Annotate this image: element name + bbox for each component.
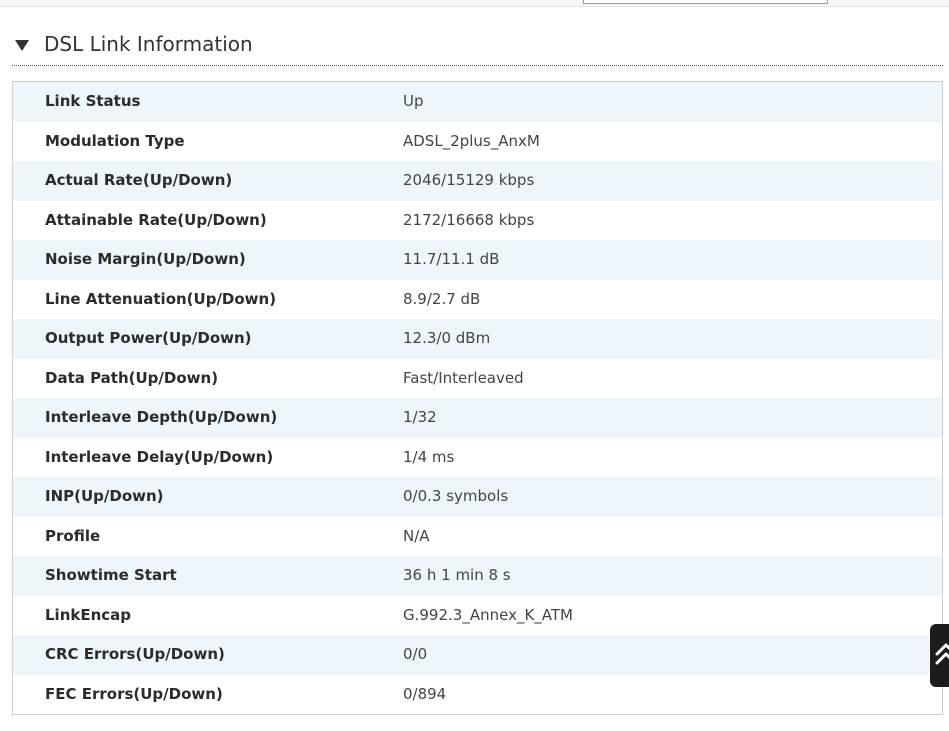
row-value-profile: N/A xyxy=(403,526,430,545)
row-value-link-status: Up xyxy=(403,92,424,110)
table-row: Attainable Rate(Up/Down) 2172/16668 kbps xyxy=(13,201,942,241)
section-header[interactable]: DSL Link Information xyxy=(12,28,943,66)
row-value-link-encap: G.992.3_Annex_K_ATM xyxy=(403,605,573,624)
table-row: LinkEncap G.992.3_Annex_K_ATM xyxy=(13,596,942,636)
row-label-actual-rate: Actual Rate(Up/Down) xyxy=(45,171,233,189)
table-row: Interleave Depth(Up/Down) 1/32 xyxy=(13,398,942,438)
dsl-status-page: DSL Link Information Link Status Up Modu… xyxy=(0,0,949,731)
row-label-profile: Profile xyxy=(45,526,101,545)
table-row: Profile N/A xyxy=(13,517,942,557)
row-label-modulation-type: Modulation Type xyxy=(45,131,185,150)
dsl-info-table: Link Status Up Modulation Type ADSL_2plu… xyxy=(12,81,943,715)
row-value-noise-margin: 11.7/11.1 dB xyxy=(403,250,500,268)
table-row: Noise Margin(Up/Down) 11.7/11.1 dB xyxy=(13,240,942,280)
row-value-data-path: Fast/Interleaved xyxy=(403,368,524,387)
row-label-inp: INP(Up/Down) xyxy=(45,487,164,505)
row-label-showtime-start: Showtime Start xyxy=(45,566,177,584)
row-label-crc-errors: CRC Errors(Up/Down) xyxy=(45,645,225,663)
row-value-attainable-rate: 2172/16668 kbps xyxy=(403,210,535,229)
row-value-line-attenuation: 8.9/2.7 dB xyxy=(403,289,481,308)
row-label-line-attenuation: Line Attenuation(Up/Down) xyxy=(45,289,277,308)
top-input-field[interactable] xyxy=(583,0,828,4)
table-row: Actual Rate(Up/Down) 2046/15129 kbps xyxy=(13,161,942,201)
double-chevron-up-icon xyxy=(935,643,949,665)
scroll-to-top-button[interactable] xyxy=(930,624,949,687)
table-row: INP(Up/Down) 0/0.3 symbols xyxy=(13,477,942,517)
row-label-output-power: Output Power(Up/Down) xyxy=(45,329,252,347)
row-value-fec-errors: 0/894 xyxy=(403,684,447,703)
triangle-down-icon[interactable] xyxy=(15,40,29,51)
table-row: FEC Errors(Up/Down) 0/894 xyxy=(13,675,942,715)
table-row: Link Status Up xyxy=(13,82,942,122)
row-value-output-power: 12.3/0 dBm xyxy=(403,329,491,347)
row-label-noise-margin: Noise Margin(Up/Down) xyxy=(45,250,246,268)
table-row: Line Attenuation(Up/Down) 8.9/2.7 dB xyxy=(13,280,942,320)
table-row: Showtime Start 36 h 1 min 8 s xyxy=(13,556,942,596)
row-value-crc-errors: 0/0 xyxy=(403,645,428,663)
row-label-fec-errors: FEC Errors(Up/Down) xyxy=(45,684,223,703)
row-value-showtime-start: 36 h 1 min 8 s xyxy=(403,566,511,584)
table-row: Output Power(Up/Down) 12.3/0 dBm xyxy=(13,319,942,359)
row-label-data-path: Data Path(Up/Down) xyxy=(45,368,219,387)
row-value-actual-rate: 2046/15129 kbps xyxy=(403,171,535,189)
section-title: DSL Link Information xyxy=(44,32,253,56)
row-value-interleave-depth: 1/32 xyxy=(403,408,437,426)
row-label-link-encap: LinkEncap xyxy=(45,605,132,624)
row-label-link-status: Link Status xyxy=(45,92,141,110)
row-value-modulation-type: ADSL_2plus_AnxM xyxy=(403,131,540,150)
row-value-interleave-delay: 1/4 ms xyxy=(403,447,455,466)
row-label-attainable-rate: Attainable Rate(Up/Down) xyxy=(45,210,267,229)
row-label-interleave-depth: Interleave Depth(Up/Down) xyxy=(45,408,278,426)
table-row: Modulation Type ADSL_2plus_AnxM xyxy=(13,122,942,162)
row-label-interleave-delay: Interleave Delay(Up/Down) xyxy=(45,447,274,466)
table-row: Data Path(Up/Down) Fast/Interleaved xyxy=(13,359,942,399)
row-value-inp: 0/0.3 symbols xyxy=(403,487,509,505)
table-row: CRC Errors(Up/Down) 0/0 xyxy=(13,635,942,675)
table-row: Interleave Delay(Up/Down) 1/4 ms xyxy=(13,438,942,478)
